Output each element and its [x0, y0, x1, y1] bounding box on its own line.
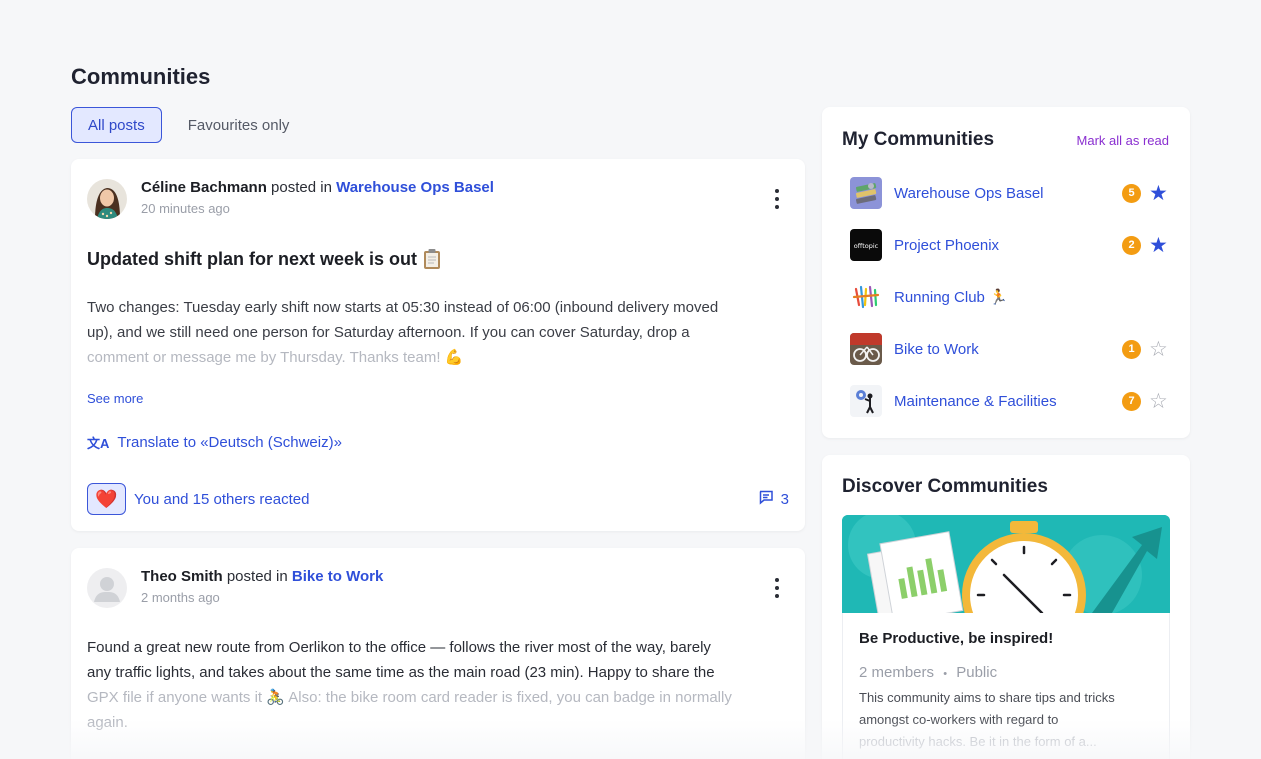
star-filled-icon[interactable]: ★	[1149, 183, 1168, 204]
star-outline-icon[interactable]: ☆	[1149, 339, 1168, 360]
star-filled-icon[interactable]: ★	[1149, 235, 1168, 256]
unread-badge: 2	[1122, 235, 1141, 255]
discover-community-description: This community aims to share tips and tr…	[859, 690, 1115, 749]
mark-all-read-link[interactable]: Mark all as read	[1077, 133, 1169, 148]
unread-badge: 1	[1122, 339, 1141, 359]
community-name: Running Club 🏃	[894, 289, 1008, 306]
tab-favourites-only[interactable]: Favourites only	[172, 107, 306, 143]
community-item-warehouse-ops-basel[interactable]: Warehouse Ops Basel 5 ★	[850, 167, 1170, 219]
discover-communities-panel: Discover Communities Be Productive, be i…	[822, 455, 1190, 759]
post-card: Theo Smith posted in Bike to Work 2 mont…	[71, 548, 805, 759]
post-body: Two changes: Tuesday early shift now sta…	[87, 299, 719, 366]
discover-community-card[interactable]: Be Productive, be inspired! 2 members • …	[842, 515, 1170, 759]
community-thumbnail	[850, 385, 882, 417]
discover-community-name: Be Productive, be inspired!	[859, 630, 1054, 647]
community-thumbnail: offtopic	[850, 229, 882, 261]
star-outline-icon[interactable]: ☆	[1149, 391, 1168, 412]
my-communities-title: My Communities	[842, 129, 995, 150]
post-timestamp: 2 months ago	[141, 590, 220, 605]
avatar[interactable]	[87, 179, 127, 219]
community-name: Maintenance & Facilities	[894, 392, 1057, 410]
post-title: Updated shift plan for next week is out	[87, 248, 441, 270]
posted-in-label: posted in	[222, 568, 292, 585]
community-name: Project Phoenix	[894, 236, 1000, 254]
comment-count: 3	[780, 490, 789, 508]
post-header: Céline Bachmann posted in Warehouse Ops …	[87, 179, 494, 219]
community-name: Bike to Work	[894, 340, 979, 358]
avatar[interactable]	[87, 568, 127, 608]
post-community-link[interactable]: Warehouse Ops Basel	[336, 179, 494, 196]
unread-badge: 5	[1122, 183, 1141, 203]
community-item-bike-to-work[interactable]: Bike to Work 1 ☆	[850, 323, 1170, 375]
post-card: Céline Bachmann posted in Warehouse Ops …	[71, 159, 805, 531]
community-item-maintenance-facilities[interactable]: Maintenance & Facilities 7 ☆	[850, 375, 1170, 427]
clipboard-icon	[423, 248, 441, 270]
post-community-link[interactable]: Bike to Work	[292, 568, 383, 585]
my-communities-panel: My Communities Mark all as read Warehous…	[822, 107, 1190, 438]
translate-icon: 文A	[87, 436, 110, 451]
post-author[interactable]: Theo Smith	[141, 568, 223, 585]
post-menu-icon[interactable]	[771, 578, 783, 598]
comment-icon	[758, 489, 774, 509]
translate-link[interactable]: 文A Translate to «Deutsch (Schweiz)»	[87, 433, 342, 452]
unread-badge: 7	[1122, 391, 1141, 411]
reactions-summary[interactable]: You and 15 others reacted	[134, 491, 309, 508]
tab-all-posts[interactable]: All posts	[71, 107, 162, 143]
community-thumbnail	[850, 333, 882, 365]
discover-title: Discover Communities	[842, 476, 1048, 497]
post-body: Found a great new route from Oerlikon to…	[87, 639, 732, 731]
post-filter-tabs: All posts Favourites only	[71, 107, 305, 143]
heart-icon: ❤️	[95, 488, 118, 509]
see-more-link[interactable]: See more	[87, 391, 143, 406]
post-timestamp: 20 minutes ago	[141, 201, 230, 216]
post-menu-icon[interactable]	[771, 189, 783, 209]
comments-button[interactable]: 3	[758, 489, 789, 509]
community-item-running-club[interactable]: Running Club 🏃	[850, 271, 1170, 323]
community-thumbnail	[850, 281, 882, 313]
reaction-row: ❤️ You and 15 others reacted 3	[87, 483, 789, 515]
heart-reaction-button[interactable]: ❤️	[87, 483, 126, 515]
discover-community-meta: 2 members • Public	[859, 664, 998, 681]
community-thumbnail	[850, 177, 882, 209]
svg-text:offtopic: offtopic	[854, 242, 879, 250]
post-author[interactable]: Céline Bachmann	[141, 179, 267, 196]
community-item-project-phoenix[interactable]: offtopic Project Phoenix 2 ★	[850, 219, 1170, 271]
posted-in-label: posted in	[266, 179, 337, 196]
community-name: Warehouse Ops Basel	[894, 184, 1044, 202]
community-banner-image	[842, 515, 1170, 613]
community-list: Warehouse Ops Basel 5 ★ offtopic Project…	[850, 167, 1170, 427]
post-header: Theo Smith posted in Bike to Work 2 mont…	[87, 568, 383, 608]
page-title: Communities	[71, 64, 211, 89]
